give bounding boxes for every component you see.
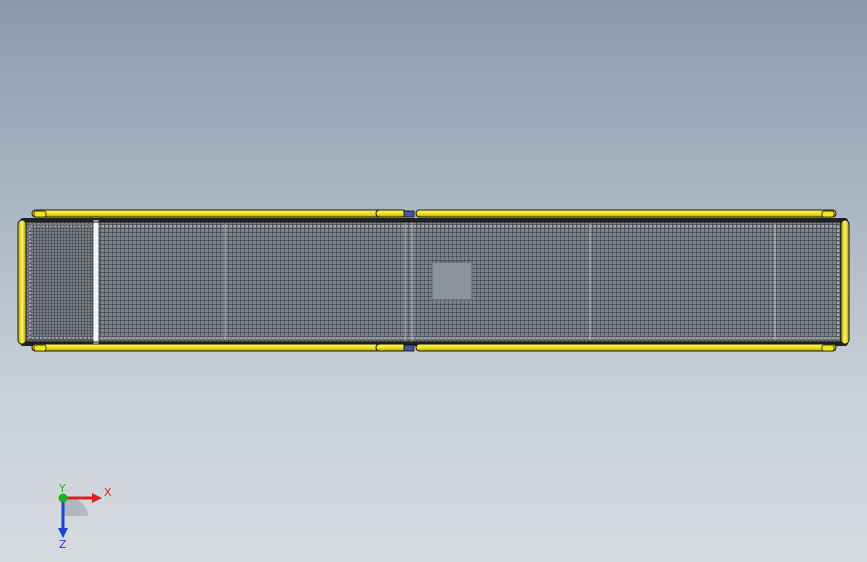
z-axis-label: Z — [59, 538, 67, 550]
mesh-end-left — [28, 224, 94, 340]
top-rail — [31, 209, 837, 218]
x-axis-label: X — [104, 486, 112, 499]
divider-left — [92, 219, 100, 345]
3d-viewport[interactable]: X Y Z — [0, 0, 867, 562]
model-view[interactable] — [0, 0, 867, 562]
end-cap-left — [17, 219, 27, 345]
end-cap-right — [840, 219, 850, 345]
connector-bottom — [403, 344, 415, 352]
connector-top — [403, 210, 415, 218]
conveyor-frame[interactable] — [17, 209, 850, 352]
bottom-rail — [31, 343, 837, 352]
inspection-window — [431, 261, 473, 301]
coordinate-triad[interactable]: X Y Z — [40, 480, 120, 550]
y-axis-label: Y — [58, 482, 66, 495]
